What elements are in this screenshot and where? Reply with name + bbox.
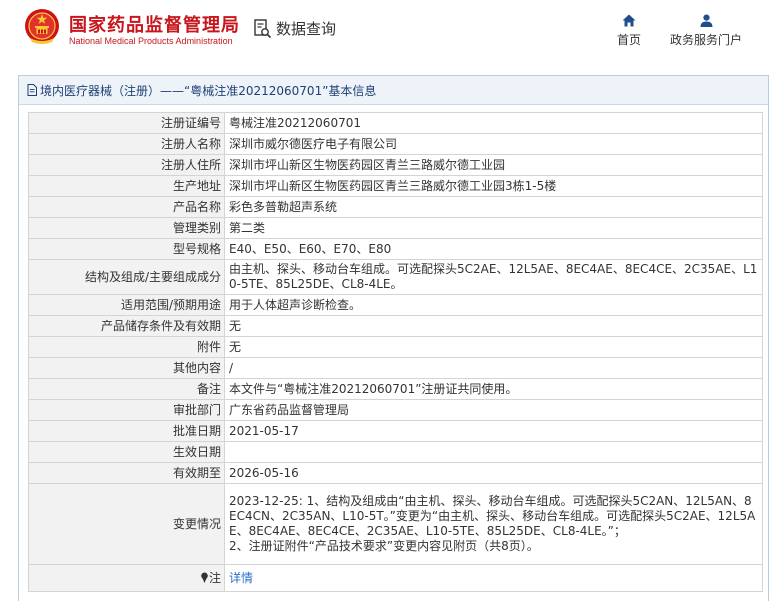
field-label: 审批部门 — [28, 399, 225, 421]
table-row: 附件 无 — [28, 336, 763, 358]
field-value: 第二类 — [224, 217, 763, 239]
field-label: 结构及组成/主要组成成分 — [28, 259, 225, 295]
user-icon — [700, 14, 712, 27]
field-label: 产品名称 — [28, 196, 225, 218]
field-label: 注册证编号 — [28, 112, 225, 134]
field-label: 变更情况 — [28, 483, 225, 565]
nav-home[interactable]: 首页 — [617, 14, 641, 48]
table-row: 注册人名称 深圳市威尔德医疗电子有限公司 — [28, 133, 763, 155]
nav-home-label: 首页 — [617, 33, 642, 47]
field-value — [224, 441, 763, 463]
field-label: 备注 — [28, 378, 225, 400]
brand-title-en: National Medical Products Administration — [69, 36, 233, 46]
home-icon — [622, 14, 636, 27]
field-value: 深圳市威尔德医疗电子有限公司 — [224, 133, 763, 155]
table-row: 注册人住所 深圳市坪山新区生物医药园区青兰三路威尔德工业园 — [28, 154, 763, 176]
details-link[interactable]: 详情 — [229, 571, 253, 585]
field-value-cell: 详情 — [224, 564, 763, 592]
data-query-link[interactable]: 数据查询 — [254, 18, 336, 39]
detail-table: 注册证编号 粤械注准20212060701 注册人名称 深圳市威尔德医疗电子有限… — [28, 112, 763, 592]
field-value: E40、E50、E60、E70、E80 — [224, 238, 763, 260]
field-label: 批准日期 — [28, 420, 225, 442]
brand-title-cn: 国家药品监督管理局 — [69, 15, 240, 36]
table-row: 备注 本文件与“粤械注准20212060701”注册证共同使用。 — [28, 378, 763, 400]
field-label: 注册人住所 — [28, 154, 225, 176]
field-label: 注册人名称 — [28, 133, 225, 155]
field-label: 产品储存条件及有效期 — [28, 315, 225, 337]
document-search-icon — [254, 18, 272, 38]
nav-service-portal[interactable]: 政务服务门户 — [670, 14, 742, 48]
table-row: 变更情况 2023-12-25: 1、结构及组成由“由主机、探头、移动台车组成。… — [28, 483, 763, 565]
field-value: 2026-05-16 — [224, 462, 763, 484]
change-history-value: 2023-12-25: 1、结构及组成由“由主机、探头、移动台车组成。可选配探头… — [224, 483, 763, 565]
field-value: 用于人体超声诊断检查。 — [224, 294, 763, 316]
table-row: 其他内容 / — [28, 357, 763, 379]
panel-title: 境内医疗器械（注册）——“粤械注准20212060701”基本信息 — [40, 83, 377, 98]
field-label: 有效期至 — [28, 462, 225, 484]
table-row: 管理类别 第二类 — [28, 217, 763, 239]
table-row: 注册证编号 粤械注准20212060701 — [28, 112, 763, 134]
table-row: 生效日期 — [28, 441, 763, 463]
data-query-label: 数据查询 — [276, 20, 337, 38]
note-label-cell: 注 — [28, 564, 225, 592]
field-label: 其他内容 — [28, 357, 225, 379]
table-row: 有效期至 2026-05-16 — [28, 462, 763, 484]
nav-service-portal-label: 政务服务门户 — [670, 33, 743, 47]
field-label: 附件 — [28, 336, 225, 358]
panel-title-bar: 境内医疗器械（注册）——“粤械注准20212060701”基本信息 — [19, 76, 768, 105]
field-label: 管理类别 — [28, 217, 225, 239]
field-value: 由主机、探头、移动台车组成。可选配探头5C2AE、12L5AE、8EC4AE、8… — [224, 259, 763, 295]
field-value: 2021-05-17 — [224, 420, 763, 442]
table-row: 产品储存条件及有效期 无 — [28, 315, 763, 337]
table-row: 批准日期 2021-05-17 — [28, 420, 763, 442]
field-label: 适用范围/预期用途 — [28, 294, 225, 316]
field-value: / — [224, 357, 763, 379]
document-icon — [27, 84, 37, 96]
table-row: 结构及组成/主要组成成分 由主机、探头、移动台车组成。可选配探头5C2AE、12… — [28, 259, 763, 295]
table-row: 型号规格 E40、E50、E60、E70、E80 — [28, 238, 763, 260]
field-value: 深圳市坪山新区生物医药园区青兰三路威尔德工业园3栋1-5楼 — [224, 175, 763, 197]
field-label: 生效日期 — [28, 441, 225, 463]
field-value: 无 — [224, 315, 763, 337]
field-label: 生产地址 — [28, 175, 225, 197]
field-value: 广东省药品监督管理局 — [224, 399, 763, 421]
table-row: 适用范围/预期用途 用于人体超声诊断检查。 — [28, 294, 763, 316]
national-emblem-icon — [25, 9, 59, 44]
pin-icon — [201, 572, 208, 583]
table-row: 生产地址 深圳市坪山新区生物医药园区青兰三路威尔德工业园3栋1-5楼 — [28, 175, 763, 197]
table-row: 产品名称 彩色多普勒超声系统 — [28, 196, 763, 218]
field-value: 彩色多普勒超声系统 — [224, 196, 763, 218]
table-row: 审批部门 广东省药品监督管理局 — [28, 399, 763, 421]
detail-panel: 境内医疗器械（注册）——“粤械注准20212060701”基本信息 注册证编号 … — [18, 75, 769, 601]
field-label: 注 — [208, 570, 221, 585]
field-label: 型号规格 — [28, 238, 225, 260]
table-row: 注 详情 — [28, 564, 763, 592]
field-value: 深圳市坪山新区生物医药园区青兰三路威尔德工业园 — [224, 154, 763, 176]
site-header: 国家药品监督管理局 National Medical Products Admi… — [0, 0, 771, 66]
field-value: 本文件与“粤械注准20212060701”注册证共同使用。 — [224, 378, 763, 400]
field-value: 粤械注准20212060701 — [224, 112, 763, 134]
field-value: 无 — [224, 336, 763, 358]
